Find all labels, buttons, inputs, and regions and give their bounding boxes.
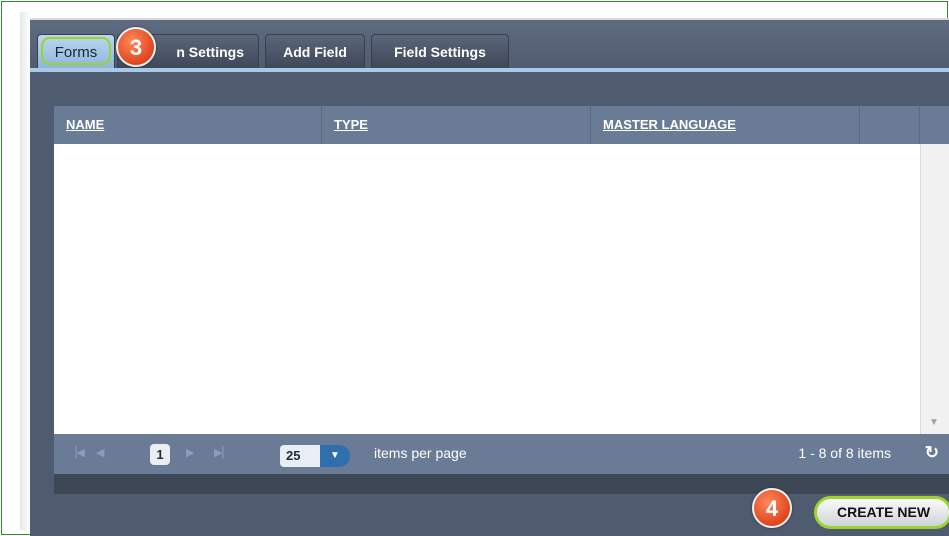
next-page-icon[interactable]: ▶: [186, 446, 194, 459]
refresh-icon[interactable]: ↻: [925, 443, 939, 463]
grid-body: [54, 144, 920, 434]
window-shadow: [20, 12, 30, 530]
tab-bar: Forms n Settings Add Field Field Setting…: [30, 20, 949, 72]
column-header-type[interactable]: TYPE: [322, 106, 591, 144]
page-size-select[interactable]: 25 ▼: [280, 445, 350, 467]
pager-info: 1 - 8 of 8 items: [798, 445, 891, 461]
create-new-button[interactable]: CREATE NEW: [814, 496, 949, 529]
tab-field-settings[interactable]: Field Settings: [371, 34, 509, 68]
items-per-page-label: items per page: [374, 445, 467, 461]
tab-add-field[interactable]: Add Field: [265, 34, 365, 68]
forms-panel: Forms n Settings Add Field Field Setting…: [30, 20, 949, 536]
step-4-callout: 4: [752, 488, 792, 528]
column-header-name[interactable]: NAME: [54, 106, 322, 144]
tab-main-settings-label: n Settings: [176, 44, 244, 60]
grid-scrollbar[interactable]: ▼: [920, 144, 949, 434]
forms-grid: NAME TYPE MASTER LANGUAGE ▼ ▕◀ ◀ 1 ▶ ▶▏ …: [54, 106, 949, 494]
first-page-icon[interactable]: ▕◀: [68, 446, 85, 459]
last-page-icon[interactable]: ▶▏: [214, 446, 231, 459]
column-header-actions: [860, 106, 920, 144]
tab-field-settings-label: Field Settings: [394, 44, 486, 60]
current-page-button[interactable]: 1: [150, 444, 170, 465]
tab-forms-label: Forms: [54, 44, 98, 61]
prev-page-icon[interactable]: ◀: [96, 446, 104, 459]
grid-pager: ▕◀ ◀ 1 ▶ ▶▏ 25 ▼ items per page 1 - 8 of…: [54, 434, 949, 474]
scroll-down-icon[interactable]: ▼: [929, 417, 939, 428]
tab-forms[interactable]: Forms: [37, 34, 115, 68]
dropdown-arrow-icon[interactable]: ▼: [320, 445, 350, 467]
tab-underline: [30, 68, 949, 72]
grid-header: NAME TYPE MASTER LANGUAGE: [54, 106, 949, 144]
tab-add-field-label: Add Field: [283, 44, 347, 60]
column-header-master-language[interactable]: MASTER LANGUAGE: [591, 106, 860, 144]
step-3-callout: 3: [116, 27, 156, 67]
